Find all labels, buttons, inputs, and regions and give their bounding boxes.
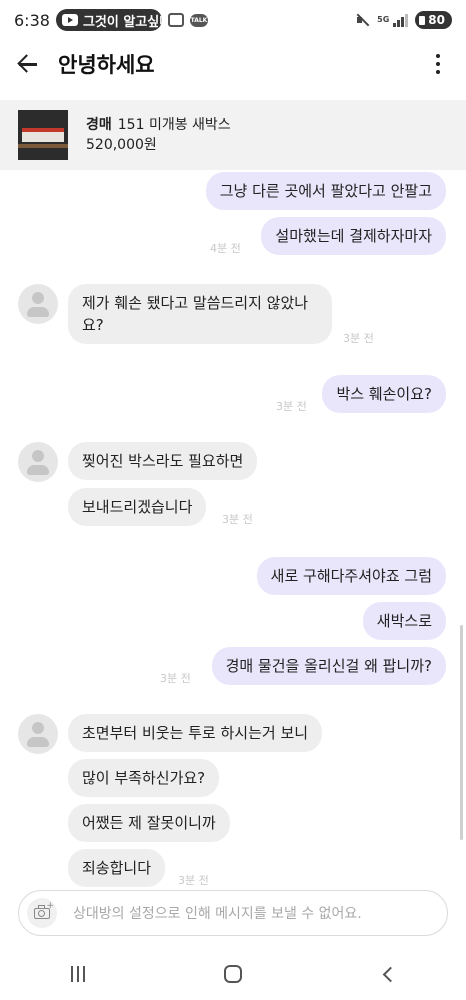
back-arrow-icon[interactable]: [16, 52, 40, 76]
sender-avatar[interactable]: [18, 714, 58, 754]
youtube-icon: [61, 14, 78, 26]
message-bubble-out: 그냥 다른 곳에서 팔았다고 안팔고: [205, 172, 446, 210]
message-bubble-in: 어쨌든 제 잘못이니까: [68, 804, 230, 842]
status-right: 5G 80: [355, 11, 452, 29]
message-time: 4분 전: [210, 242, 241, 255]
message-bubble-in: 보내드리겠습니다: [68, 488, 207, 526]
recents-button[interactable]: [58, 954, 98, 994]
sender-avatar[interactable]: [18, 284, 58, 324]
system-back-button[interactable]: [368, 954, 408, 994]
message-bubble-in: 제가 훼손 됐다고 말씀드리지 않았나요?: [68, 284, 332, 344]
home-icon: [223, 965, 242, 983]
disabled-input-notice: 상대방의 설정으로 인해 메시지를 보낼 수 없어요.: [73, 906, 362, 922]
message-input-bar: + 상대방의 설정으로 인해 메시지를 보낼 수 없어요.: [18, 890, 448, 936]
network-type: 5G: [377, 15, 390, 24]
chevron-left-icon: [383, 966, 399, 982]
message-bubble-out: 새박스로: [362, 602, 446, 640]
camera-button[interactable]: +: [27, 898, 57, 928]
message-bubble-out: 박스 훼손이요?: [322, 375, 446, 413]
message-bubble-in: 찢어진 박스라도 필요하면: [68, 442, 258, 480]
sender-avatar[interactable]: [18, 442, 58, 482]
kakaotalk-icon: TALK: [189, 13, 208, 27]
youtube-text: 그것이 알고싶다: [82, 14, 162, 30]
youtube-notification-pill: 그것이 알고싶다: [55, 9, 162, 31]
battery-indicator: 80: [415, 11, 452, 29]
product-name: 151 미개봉 새박스: [117, 117, 231, 133]
message-time: 3분 전: [222, 513, 253, 526]
status-bar: 6:38 그것이 알고싶다 TALK 5G 80: [0, 0, 466, 40]
product-price: 520,000원: [86, 137, 157, 153]
recents-icon: [70, 966, 85, 982]
product-info: 경매 151 미개봉 새박스 520,000원: [86, 115, 231, 155]
message-bubble-in: 초면부터 비웃는 투로 하시는거 보니: [68, 714, 323, 752]
message-time: 3분 전: [343, 332, 374, 345]
message-time: 3분 전: [276, 400, 307, 413]
message-bubble-out: 경매 물건을 올리신걸 왜 팝니까?: [211, 647, 446, 685]
message-time: 3분 전: [160, 672, 191, 685]
message-bubble-out: 설마했는데 결제하자마자: [261, 217, 446, 255]
message-bubble-in: 많이 부족하신가요?: [68, 759, 220, 797]
product-banner[interactable]: 경매 151 미개봉 새박스 520,000원: [0, 100, 466, 170]
more-options-icon[interactable]: [426, 52, 450, 76]
screen-record-icon: [167, 13, 184, 27]
message-bubble-in: 죄송합니다: [68, 849, 166, 887]
system-nav-bar: [0, 948, 466, 1000]
signal-icon: [393, 13, 409, 27]
message-bubble-out: 새로 구해다주셔야죠 그럼: [256, 557, 446, 595]
auction-tag: 경매: [86, 117, 112, 133]
chat-title: 안녕하세요: [58, 53, 155, 77]
chat-scrollbar[interactable]: [460, 625, 463, 840]
product-title-line: 경매 151 미개봉 새박스: [86, 115, 231, 135]
plus-icon: +: [46, 901, 54, 911]
product-thumbnail: [18, 110, 68, 160]
mute-icon: [355, 13, 369, 27]
app-bar: 안녕하세요: [0, 40, 466, 88]
home-button[interactable]: [213, 954, 253, 994]
status-time: 6:38: [14, 10, 50, 30]
message-time: 3분 전: [178, 874, 209, 887]
